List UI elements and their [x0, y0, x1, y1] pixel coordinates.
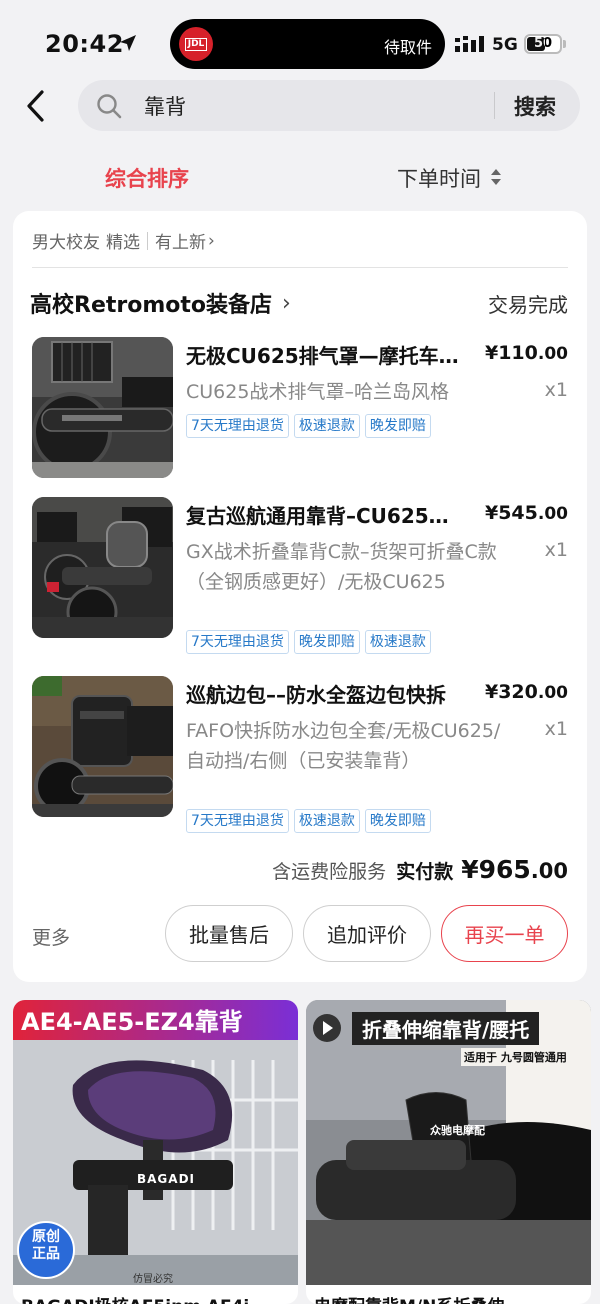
recommend-card[interactable]: AE4-AE5-EZ4靠背 BAGADI 原创正品 仿冒必究 BAGADI极核A… — [13, 1000, 298, 1304]
tag: 晚发即赔 — [364, 809, 431, 833]
badge-featured: 精选 — [106, 233, 140, 253]
recommend-banner: AE4-AE5-EZ4靠背 — [21, 1008, 243, 1036]
battery-level: 50 — [533, 36, 553, 51]
item-title: 复古巡航通用靠背–CU625后靠背 — [186, 504, 468, 528]
item-title: 巡航边包––防水全盔边包快拆 — [186, 683, 446, 707]
insurance-label: 含运费险服务 — [272, 861, 387, 883]
original-badge: 原创 正品 — [32, 1229, 60, 1262]
service-tags: 7天无理由退货 极速退款 晚发即赔 — [186, 809, 431, 833]
sort-comprehensive-tab[interactable]: 综合排序 — [105, 163, 189, 193]
sort-toggle-icon[interactable] — [490, 168, 502, 186]
add-review-button[interactable]: 追加评价 — [303, 905, 431, 962]
paid-label: 实付款 — [396, 861, 454, 883]
item-price: ¥545.00 — [484, 502, 568, 524]
recommend-banner: 折叠伸缩靠背/腰托 — [352, 1012, 540, 1045]
tag: 晚发即赔 — [293, 630, 360, 654]
tag: 7天无理由退货 — [186, 630, 289, 654]
tag: 极速退款 — [293, 809, 360, 833]
search-input[interactable] — [144, 88, 474, 123]
order-item[interactable]: 复古巡航通用靠背–CU625后靠背 ¥545.00 GX战术折叠靠背C款–货架可… — [32, 497, 572, 667]
item-spec: FAFO快拆防水边包全套/无极CU625/自动挡/右侧（已安装靠背） — [186, 720, 501, 772]
signal-icon — [455, 36, 484, 52]
tag: 极速退款 — [364, 630, 431, 654]
chevron-right-icon: › — [282, 290, 291, 316]
buy-again-button[interactable]: 再买一单 — [441, 905, 568, 962]
search-button[interactable]: 搜索 — [514, 91, 556, 121]
service-tags: 7天无理由退货 晚发即赔 极速退款 — [186, 630, 431, 654]
product-image[interactable] — [32, 676, 173, 817]
product-image[interactable] — [32, 337, 173, 478]
service-tags: 7天无理由退货 极速退款 晚发即赔 — [186, 414, 431, 438]
item-spec: GX战术折叠靠背C款–货架可折叠C款（全钢质感更好）/无极CU625 — [186, 541, 497, 593]
recommend-title: 电摩配靠背M/N系折叠伸 — [314, 1292, 504, 1304]
status-bar: 20:42 JDL 待取件 5G 50 — [0, 0, 600, 82]
tag: 7天无理由退货 — [186, 414, 289, 438]
battery-icon: 50 — [524, 34, 562, 54]
search-icon — [97, 94, 122, 119]
shop-badges: 男大校友 精选 有上新 › — [32, 228, 215, 254]
location-arrow-icon — [120, 35, 136, 51]
recommend-sub: 适用于 九号圆管通用 — [461, 1048, 570, 1066]
order-status: 交易完成 — [488, 293, 568, 317]
tag: 晚发即赔 — [364, 414, 431, 438]
order-card: 男大校友 精选 有上新 › 高校Retromoto装备店 › 交易完成 无极CU… — [13, 211, 587, 982]
badge-new-arrivals[interactable]: 有上新 — [155, 228, 206, 253]
item-qty: x1 — [544, 718, 568, 740]
shop-name[interactable]: 高校Retromoto装备店 › — [30, 287, 291, 319]
item-spec: CU625战术排气罩–哈兰岛风格 — [186, 381, 449, 403]
more-button[interactable]: 更多 — [32, 923, 70, 950]
paid-amount: ¥965.00 — [461, 855, 568, 884]
chevron-right-icon: › — [208, 230, 215, 251]
brand-logo: 众驰电摩配 — [430, 1124, 485, 1137]
product-image[interactable] — [32, 497, 173, 638]
jd-logistics-logo-icon: JDL — [179, 27, 213, 61]
search-bar: 搜索 — [78, 80, 580, 131]
status-time: 20:42 — [45, 30, 124, 58]
order-item[interactable]: 无极CU625排气罩—摩托车复古改装件 ¥110.00 CU625战术排气罩–哈… — [32, 337, 572, 478]
bulk-after-sales-button[interactable]: 批量售后 — [165, 905, 293, 962]
tag: 7天无理由退货 — [186, 809, 289, 833]
badge-alumni: 男大校友 — [32, 233, 100, 253]
order-total: 含运费险服务 实付款 ¥965.00 — [272, 855, 568, 884]
back-arrow-icon[interactable] — [22, 88, 52, 124]
item-title: 无极CU625排气罩—摩托车复古改装件 — [186, 344, 468, 368]
divider — [32, 267, 568, 268]
recommend-title: BAGADI极核AE5inm AE4i — [21, 1292, 249, 1304]
item-price: ¥110.00 — [484, 342, 568, 364]
tag: 极速退款 — [293, 414, 360, 438]
dynamic-island[interactable]: JDL 待取件 — [170, 19, 445, 69]
footnote: 仿冒必究 — [133, 1274, 173, 1285]
search-divider — [494, 92, 495, 119]
sort-order-time-tab[interactable]: 下单时间 — [397, 163, 481, 193]
brand-logo: BAGADI — [137, 1172, 195, 1186]
item-qty: x1 — [544, 539, 568, 561]
item-qty: x1 — [544, 379, 568, 401]
network-type: 5G — [492, 35, 518, 55]
island-text: 待取件 — [383, 38, 432, 57]
order-item[interactable]: 巡航边包––防水全盔边包快拆 ¥320.00 FAFO快拆防水边包全套/无极CU… — [32, 676, 572, 846]
recommend-card[interactable]: 折叠伸缩靠背/腰托 适用于 九号圆管通用 众驰电摩配 电摩配靠背M/N系折叠伸 — [306, 1000, 591, 1304]
item-price: ¥320.00 — [484, 681, 568, 703]
